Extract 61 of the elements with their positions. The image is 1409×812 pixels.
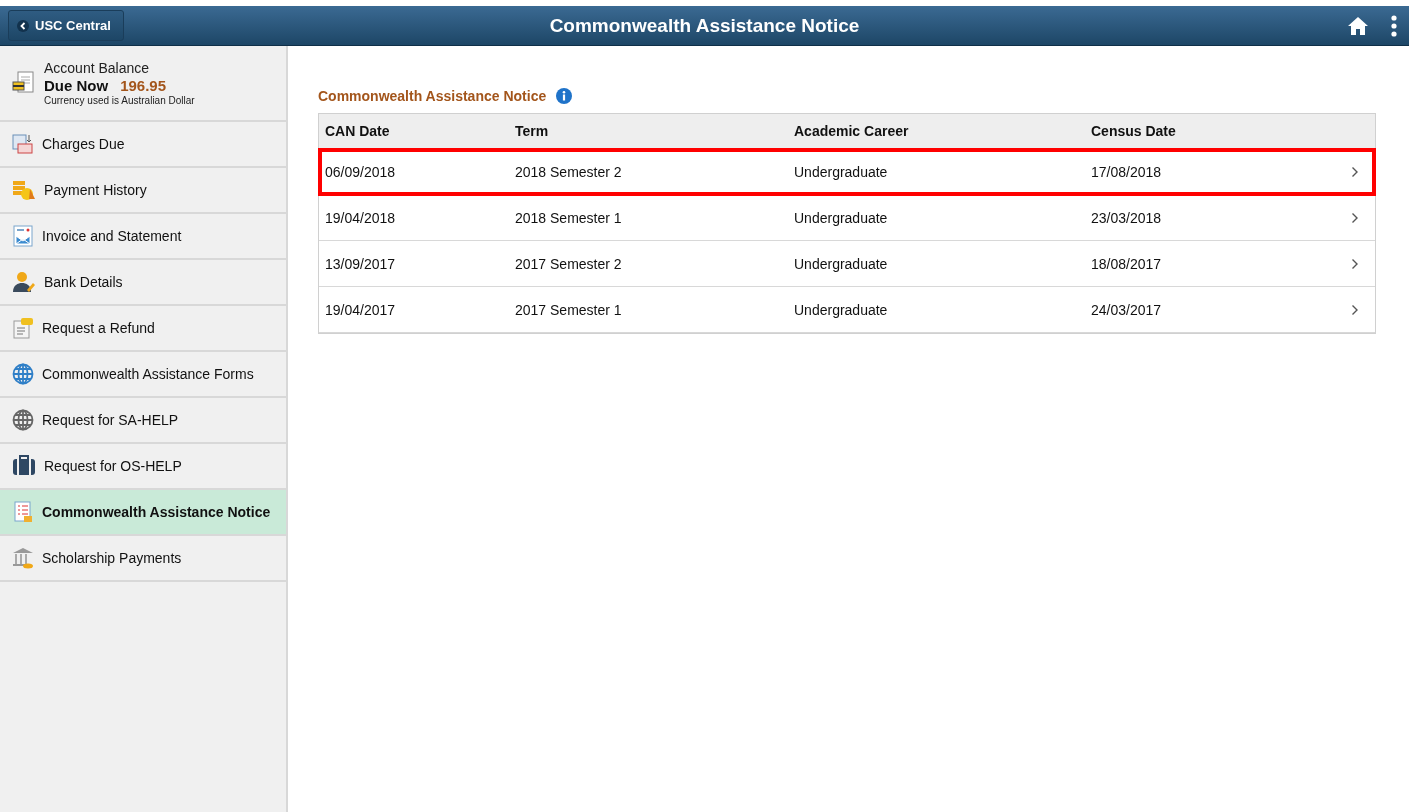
chevron-right-icon (1351, 165, 1359, 178)
table-cell-text: 06/09/2018 (325, 163, 397, 180)
table-cell-text: 17/08/2018 (1091, 163, 1163, 180)
globe-icon (12, 363, 34, 385)
suitcase-icon (12, 455, 36, 477)
sidebar-item-label: Request for OS-HELP (44, 458, 182, 474)
table-cell-text: 19/04/2017 (325, 301, 397, 318)
table-cell-text: Undergraduate (794, 255, 889, 272)
table-cell-text: 23/03/2018 (1091, 209, 1163, 226)
table-cell-text: 18/08/2017 (1091, 255, 1163, 272)
sidebar-item-label: Commonwealth Assistance Notice (42, 504, 271, 520)
sidebar-item-label: Commonwealth Assistance Forms (42, 366, 254, 382)
column-header: CAN Date (325, 123, 391, 139)
sidebar-item-label: Scholarship Payments (42, 550, 182, 566)
table-cell-text: 2017 Semester 2 (515, 255, 623, 272)
chevron-left-icon (17, 19, 29, 32)
table-row[interactable]: 13/09/2017 2017 Semester 2 Undergraduate 18/08/2017 (319, 241, 1375, 287)
list-icon (12, 133, 34, 155)
sidebar-item-label: Request for SA-HELP (42, 412, 179, 428)
chevron-right-icon (1351, 257, 1359, 270)
currency-note: Currency used is Australian Dollar (44, 95, 195, 106)
invoice-icon (12, 71, 36, 95)
column-header: Term (515, 123, 550, 139)
sidebar-item-label: Charges Due (42, 136, 125, 152)
table-row[interactable]: 06/09/2018 2018 Semester 2 Undergraduate 17/08/2018 (319, 149, 1375, 195)
due-now-label: Due Now (44, 77, 109, 94)
table-cell-text: Undergraduate (794, 209, 889, 226)
globe-icon (12, 409, 34, 431)
sidebar-item-label: Bank Details (44, 274, 123, 290)
account-balance-label: Account Balance (44, 60, 151, 76)
document-icon (12, 317, 34, 339)
coins-icon (12, 179, 36, 201)
person-icon (12, 271, 36, 293)
envelope-icon (12, 225, 34, 247)
table-cell-text: 2017 Semester 1 (515, 301, 623, 318)
chevron-right-icon (1351, 303, 1359, 316)
table-cell-text: 2018 Semester 2 (515, 163, 623, 180)
table-row[interactable]: 19/04/2018 2018 Semester 1 Undergraduate 23/03/2018 (319, 195, 1375, 241)
table-cell-text: 2018 Semester 1 (515, 209, 623, 226)
bank-icon (12, 547, 34, 569)
table-cell-text: 24/03/2017 (1091, 301, 1163, 318)
section-title: Commonwealth Assistance Notice (318, 88, 547, 104)
column-header: Census Date (1091, 123, 1177, 139)
table-cell-text: 19/04/2018 (325, 209, 397, 226)
chevron-right-icon (1351, 211, 1359, 224)
back-button[interactable]: USC Central (8, 10, 124, 41)
table-cell-text: Undergraduate (794, 163, 889, 180)
sidebar-item[interactable]: Commonwealth Assistance Notice (0, 490, 286, 536)
more-menu-icon[interactable] (1391, 14, 1397, 37)
sidebar-item-label: Payment History (44, 182, 147, 198)
column-header: Academic Career (794, 123, 910, 139)
sidebar-item-label: Invoice and Statement (42, 228, 182, 244)
table-row[interactable]: 19/04/2017 2017 Semester 1 Undergraduate 24/03/2017 (319, 287, 1375, 333)
sidebar-item-label: Request a Refund (42, 320, 155, 336)
info-icon[interactable] (556, 88, 573, 104)
page-title: Commonwealth Assistance Notice (549, 14, 860, 37)
due-amount: 196.95 (120, 77, 167, 94)
document-icon (12, 501, 34, 523)
table-cell-text: 13/09/2017 (325, 255, 397, 272)
home-icon[interactable] (1347, 15, 1369, 36)
table-cell-text: Undergraduate (794, 301, 889, 318)
